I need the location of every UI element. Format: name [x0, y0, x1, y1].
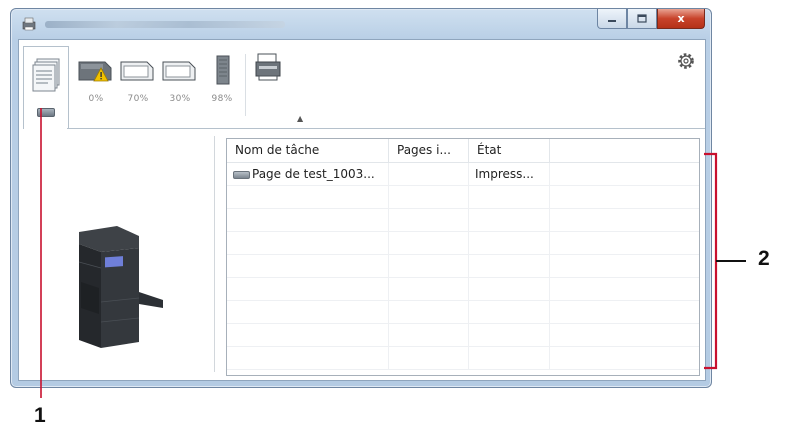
callout-number-2: 2 — [758, 247, 770, 270]
printer-app-icon — [22, 17, 36, 31]
toner-y-status[interactable]: 98% — [209, 54, 235, 104]
toolbar-separator — [67, 128, 705, 129]
panel-splitter[interactable] — [214, 136, 215, 372]
minimize-icon — [608, 19, 616, 22]
empty-row — [227, 232, 699, 255]
job-row[interactable]: Page de test_1003... Impress... — [227, 163, 699, 186]
maximize-icon — [637, 14, 647, 23]
job-pages-cell — [389, 163, 469, 185]
toner-c-status[interactable]: 70% — [119, 54, 157, 104]
toner-m-level: 30% — [169, 94, 191, 104]
job-name-cell: Page de test_1003... — [227, 163, 389, 185]
toner-c-level: 70% — [127, 94, 149, 104]
toner-cartridge-icon — [120, 61, 154, 81]
column-header-job-name[interactable]: Nom de tâche — [227, 139, 389, 162]
job-list[interactable]: Nom de tâche Pages i... État Page de tes… — [226, 138, 700, 376]
gear-icon[interactable] — [675, 50, 697, 72]
callout-bracket-2 — [704, 152, 746, 370]
client-area: 0% 70% 30% 98% ▲ Nom de tâche Pages i...… — [18, 39, 706, 381]
empty-row — [227, 186, 699, 209]
empty-row — [227, 347, 699, 370]
status-toolbar: 0% 70% 30% 98% ▲ — [19, 40, 705, 132]
toner-m-status[interactable]: 30% — [161, 54, 199, 104]
maximize-button[interactable] — [627, 9, 657, 29]
column-header-state[interactable]: État — [469, 139, 550, 162]
toner-k-level: 0% — [88, 94, 104, 104]
print-job-icon — [233, 170, 250, 179]
print-jobs-icon — [32, 58, 60, 92]
empty-row — [227, 324, 699, 347]
job-name: Page de test_1003... — [252, 167, 375, 181]
title-bar[interactable]: x — [11, 9, 711, 39]
scanner-icon — [255, 53, 281, 81]
toolbar-divider — [245, 54, 246, 116]
close-button[interactable]: x — [657, 9, 705, 29]
toner-cartridge-icon — [78, 61, 112, 82]
minimize-button[interactable] — [597, 9, 627, 29]
empty-row — [227, 209, 699, 232]
toner-y-level: 98% — [211, 94, 233, 104]
toner-k-status[interactable]: 0% — [77, 54, 115, 104]
column-header-pages[interactable]: Pages i... — [389, 139, 469, 162]
collapse-toggle-icon[interactable]: ▲ — [297, 114, 303, 123]
empty-row — [227, 255, 699, 278]
printer-device-image — [78, 226, 163, 348]
close-icon: x — [677, 12, 685, 25]
printer-status-window: x 0% 70% 30% 98% ▲ Nom de tâche Pages i.… — [10, 8, 712, 388]
window-title — [45, 21, 285, 28]
callout-number-1: 1 — [34, 404, 46, 427]
empty-row — [227, 301, 699, 324]
waste-toner-box-icon — [216, 55, 230, 85]
toner-cartridge-icon — [162, 61, 196, 81]
job-list-header: Nom de tâche Pages i... État — [227, 139, 699, 163]
job-state-cell: Impress... — [469, 163, 550, 185]
callout-line-1 — [40, 108, 42, 398]
empty-row — [227, 278, 699, 301]
window-controls: x — [597, 9, 705, 31]
device-details-button[interactable] — [253, 52, 287, 82]
